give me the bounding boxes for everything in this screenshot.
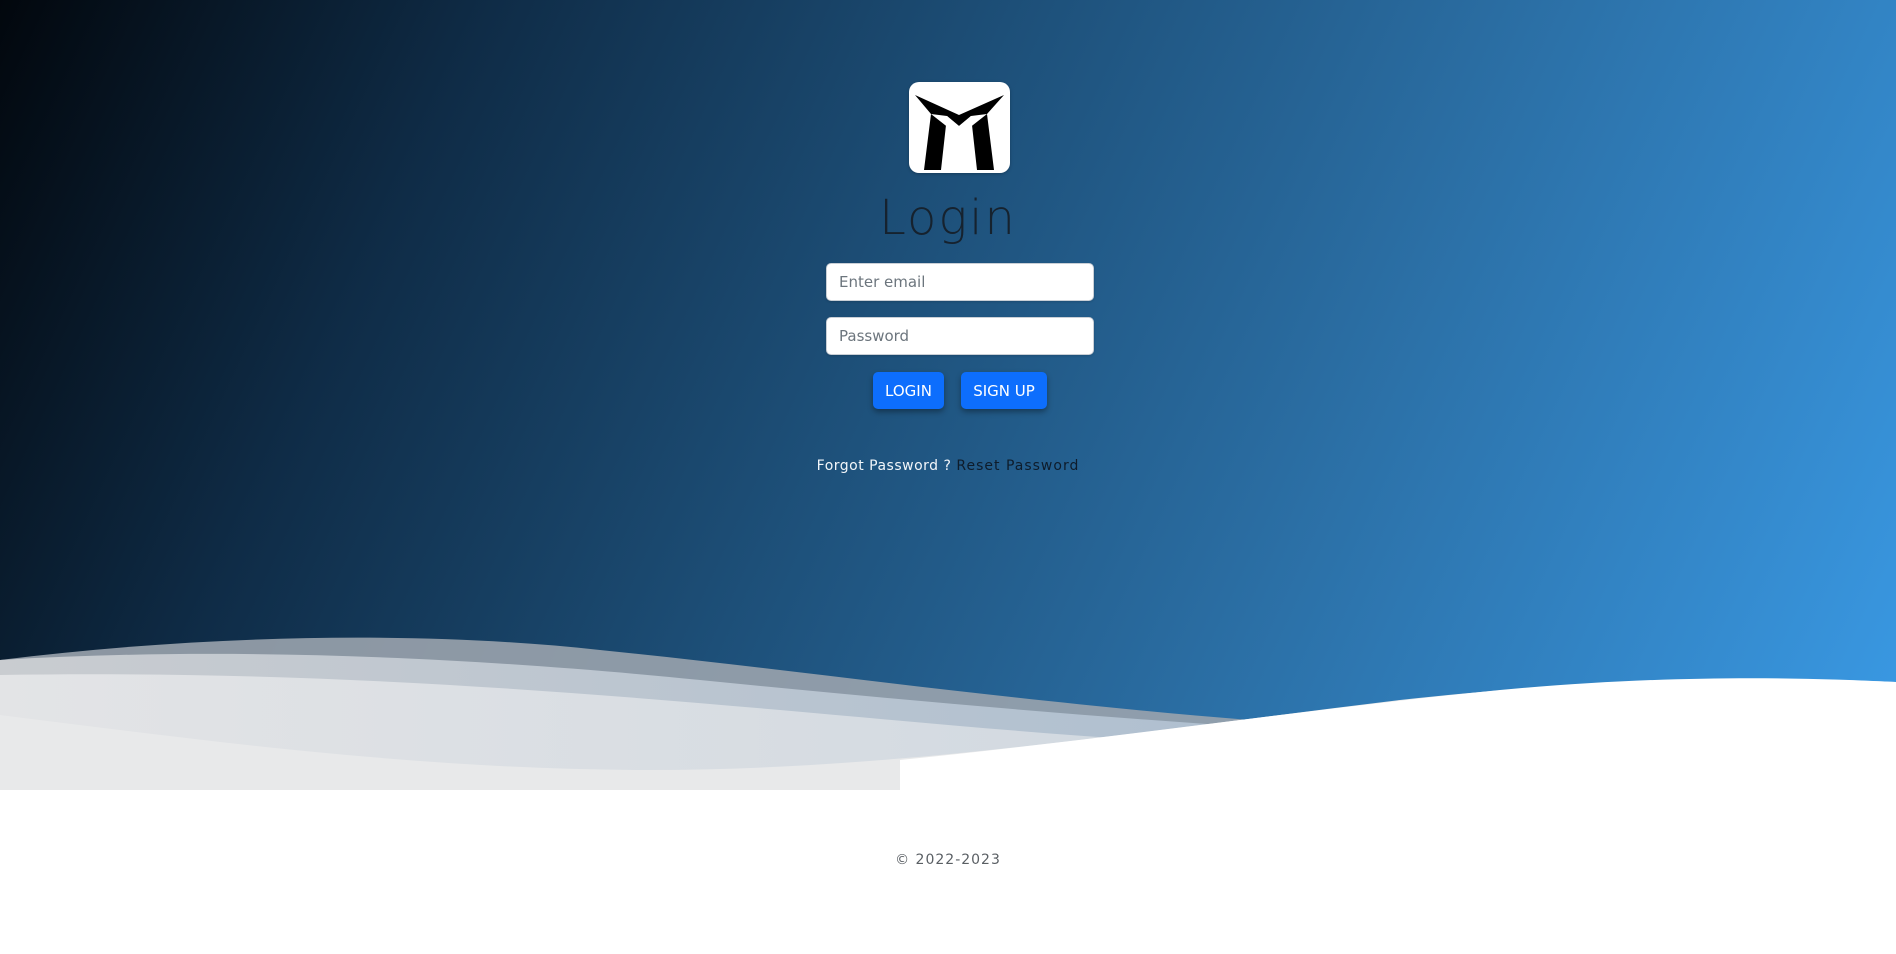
forgot-password-label: Forgot Password ? <box>816 458 957 474</box>
email-field[interactable] <box>826 263 1094 301</box>
wave-decoration <box>0 637 1896 790</box>
m-logo-icon <box>909 82 1010 173</box>
password-field[interactable] <box>826 317 1094 355</box>
footer-copyright: © 2022-2023 <box>895 852 1001 868</box>
forgot-password-row: Forgot Password ? Reset Password <box>0 458 1896 474</box>
signup-button[interactable]: SIGN UP <box>961 372 1047 409</box>
reset-password-link[interactable]: Reset Password <box>956 458 1079 474</box>
login-button[interactable]: LOGIN <box>873 372 944 409</box>
login-page: Login LOGIN SIGN UP Forgot Password ? Re… <box>0 0 1896 954</box>
m-logo-graphic <box>915 95 1004 170</box>
page-title: Login <box>879 190 1017 246</box>
